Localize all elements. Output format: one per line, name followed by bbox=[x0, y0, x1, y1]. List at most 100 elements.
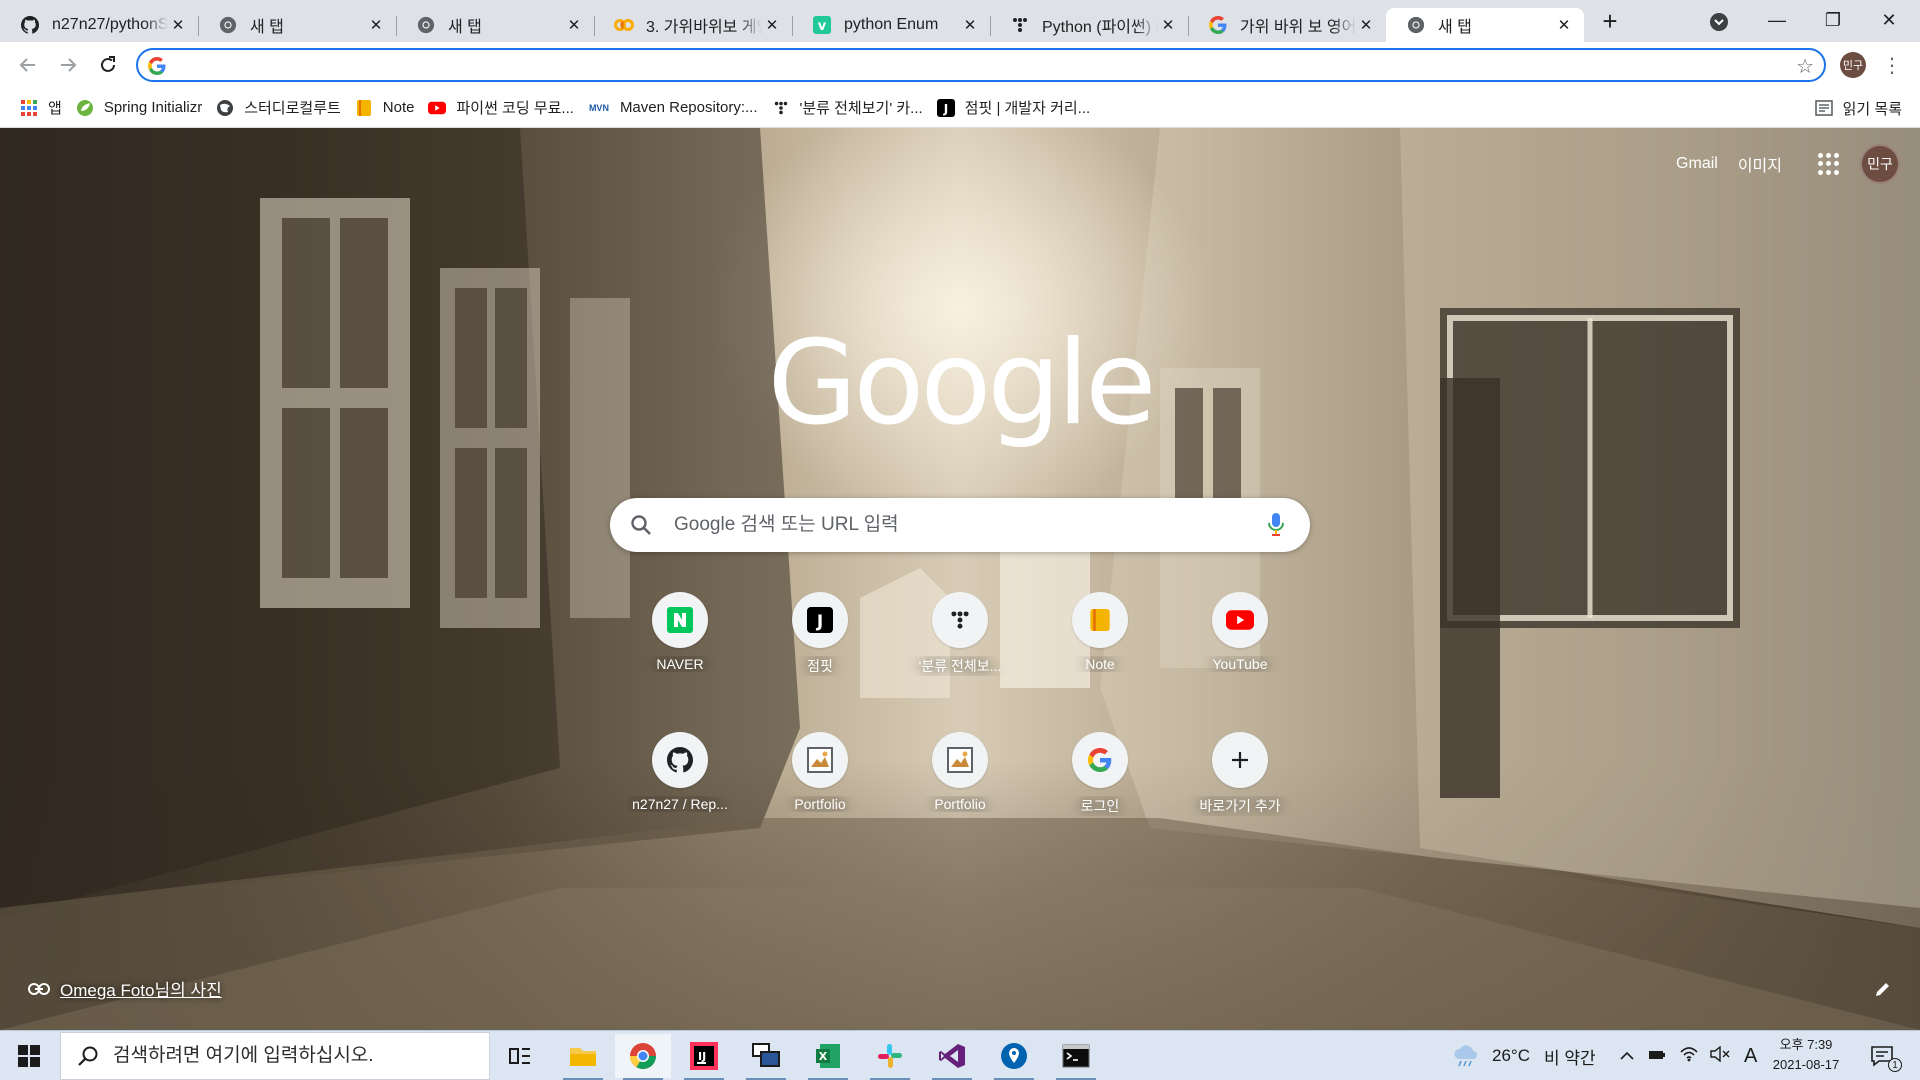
volume-muted-icon[interactable] bbox=[1710, 1045, 1730, 1067]
taskbar-file-explorer[interactable] bbox=[555, 1034, 611, 1080]
jumpit-icon: J bbox=[936, 98, 955, 117]
close-icon[interactable]: ✕ bbox=[1356, 15, 1376, 35]
taskbar-app-windows[interactable] bbox=[738, 1034, 794, 1080]
portfolio-icon bbox=[947, 747, 973, 773]
google-icon bbox=[1088, 748, 1112, 772]
wifi-icon[interactable] bbox=[1680, 1046, 1698, 1067]
forward-button[interactable] bbox=[54, 51, 82, 79]
chrome-icon bbox=[218, 15, 238, 35]
taskbar-search-box[interactable] bbox=[60, 1032, 490, 1080]
reload-button[interactable] bbox=[94, 51, 122, 79]
note-icon bbox=[1090, 609, 1110, 631]
close-icon[interactable]: ✕ bbox=[960, 15, 980, 35]
photo-credit-link[interactable]: Omega Foto님의 사진 bbox=[28, 976, 222, 1001]
plus-icon bbox=[1232, 752, 1248, 768]
globe-icon bbox=[216, 99, 234, 117]
bookmark-label: 앱 bbox=[48, 100, 62, 117]
close-icon[interactable]: ✕ bbox=[168, 15, 188, 35]
shortcut-label: Note bbox=[1085, 656, 1115, 672]
shortcut-jumpit[interactable]: J 점핏 bbox=[764, 576, 876, 688]
bookmark-study[interactable]: 스터디로컬루트 bbox=[212, 94, 351, 122]
taskbar-excel[interactable]: X bbox=[800, 1034, 856, 1080]
back-button[interactable] bbox=[14, 51, 42, 79]
bookmark-star-icon[interactable]: ☆ bbox=[1796, 54, 1814, 79]
taskbar-intellij[interactable]: IJ bbox=[676, 1034, 732, 1080]
tab-3[interactable]: 3. 가위바위보 게임 ✕ bbox=[594, 8, 792, 42]
bookmark-apps[interactable]: 앱 bbox=[16, 94, 72, 122]
microphone-icon[interactable] bbox=[1268, 513, 1284, 537]
gmail-link[interactable]: Gmail bbox=[1676, 155, 1718, 173]
profile-button[interactable]: 민구 bbox=[1840, 52, 1866, 78]
tab-search-button[interactable] bbox=[1706, 9, 1732, 35]
svg-text:IJ: IJ bbox=[698, 1050, 706, 1063]
shortcut-youtube[interactable]: YouTube bbox=[1184, 576, 1296, 688]
taskbar-chrome[interactable] bbox=[615, 1034, 671, 1080]
tab-6[interactable]: 가위 바위 보 영어 ✕ bbox=[1188, 8, 1386, 42]
reading-list-button[interactable]: 읽기 목록 bbox=[1814, 94, 1902, 122]
bookmark-jumpit[interactable]: J 점핏 | 개발자 커리... bbox=[933, 94, 1101, 122]
restore-button[interactable]: ❐ bbox=[1808, 0, 1858, 40]
svg-text:J: J bbox=[942, 102, 947, 116]
bookmark-note[interactable]: Note bbox=[351, 94, 425, 122]
tab-0[interactable]: n27n27/pythonStudy ✕ bbox=[0, 8, 198, 42]
close-icon[interactable]: ✕ bbox=[1554, 15, 1574, 35]
google-icon bbox=[148, 57, 166, 75]
shortcut-note[interactable]: Note bbox=[1044, 576, 1156, 688]
reading-list-label: 읽기 목록 bbox=[1842, 100, 1902, 118]
battery-icon[interactable] bbox=[1648, 1046, 1666, 1066]
system-clock[interactable]: 오후 7:39 2021-08-17 bbox=[1766, 1035, 1846, 1075]
tab-title: python Enum bbox=[844, 16, 939, 33]
tab-title: 3. 가위바위보 게임 bbox=[646, 19, 762, 36]
logo-text: Google bbox=[767, 316, 1156, 451]
shortcut-portfolio-1[interactable]: Portfolio bbox=[764, 716, 876, 828]
folder-icon bbox=[570, 1048, 596, 1066]
new-tab-button[interactable]: + bbox=[1592, 3, 1628, 39]
shortcut-github[interactable]: n27n27 / Rep... bbox=[624, 716, 736, 828]
tab-title: 새 탭 bbox=[448, 19, 482, 36]
start-button[interactable] bbox=[0, 1031, 58, 1080]
tab-4[interactable]: v python Enum ✕ bbox=[792, 8, 990, 42]
ntp-search-box[interactable] bbox=[610, 498, 1310, 552]
taskbar-visual-studio[interactable] bbox=[924, 1034, 980, 1080]
weather-widget[interactable]: 26°C 비 약간 bbox=[1452, 1031, 1596, 1080]
taskbar-slack[interactable] bbox=[862, 1034, 918, 1080]
tab-2[interactable]: 새 탭 ✕ bbox=[396, 8, 594, 42]
bookmark-spring[interactable]: Spring Initializr bbox=[72, 94, 212, 122]
location-pin-icon bbox=[1001, 1043, 1027, 1069]
shortcut-login[interactable]: 로그인 bbox=[1044, 716, 1156, 828]
shortcut-naver[interactable]: NAVER bbox=[624, 576, 736, 688]
tab-1[interactable]: 새 탭 ✕ bbox=[198, 8, 396, 42]
chevron-down-icon bbox=[1710, 13, 1728, 31]
taskbar-search-input[interactable] bbox=[113, 1045, 473, 1067]
window-close-button[interactable]: ✕ bbox=[1864, 0, 1914, 40]
ntp-search-input[interactable] bbox=[674, 512, 1234, 538]
customize-button[interactable] bbox=[1874, 980, 1892, 1003]
menu-kebab-icon[interactable]: ⋮ bbox=[1882, 52, 1902, 78]
shortcut-tistory[interactable]: '분류 전체보... bbox=[904, 576, 1016, 688]
add-shortcut-button[interactable]: 바로가기 추가 bbox=[1184, 716, 1296, 828]
minimize-button[interactable]: — bbox=[1752, 0, 1802, 40]
close-icon[interactable]: ✕ bbox=[762, 15, 782, 35]
account-avatar[interactable]: 민구 bbox=[1860, 144, 1900, 184]
close-icon[interactable]: ✕ bbox=[366, 15, 386, 35]
task-view-button[interactable] bbox=[492, 1034, 548, 1078]
visual-studio-icon bbox=[939, 1044, 965, 1068]
address-input[interactable] bbox=[174, 54, 1734, 76]
chevron-up-icon[interactable] bbox=[1620, 1046, 1634, 1066]
taskbar-location-app[interactable] bbox=[986, 1034, 1042, 1080]
address-bar[interactable]: ☆ bbox=[136, 48, 1826, 82]
images-link[interactable]: 이미지 bbox=[1738, 152, 1782, 176]
bookmark-youtube[interactable]: 파이썬 코딩 무료... bbox=[424, 94, 583, 122]
taskbar-terminal[interactable] bbox=[1048, 1034, 1104, 1080]
ime-indicator[interactable]: A bbox=[1744, 1045, 1757, 1068]
tab-5[interactable]: Python (파이썬) Enum ✕ bbox=[990, 8, 1188, 42]
tab-7[interactable]: 새 탭 ✕ bbox=[1386, 8, 1584, 42]
shortcut-portfolio-2[interactable]: Portfolio bbox=[904, 716, 1016, 828]
close-icon[interactable]: ✕ bbox=[1158, 15, 1178, 35]
notification-center-button[interactable]: 1 bbox=[1870, 1031, 1902, 1080]
shortcut-label: 점핏 bbox=[807, 658, 833, 674]
bookmark-tistory[interactable]: '분류 전체보기' 카... bbox=[768, 94, 933, 122]
close-icon[interactable]: ✕ bbox=[564, 15, 584, 35]
bookmark-maven[interactable]: MVN Maven Repository:... bbox=[584, 94, 768, 122]
google-apps-icon[interactable] bbox=[1818, 153, 1840, 175]
